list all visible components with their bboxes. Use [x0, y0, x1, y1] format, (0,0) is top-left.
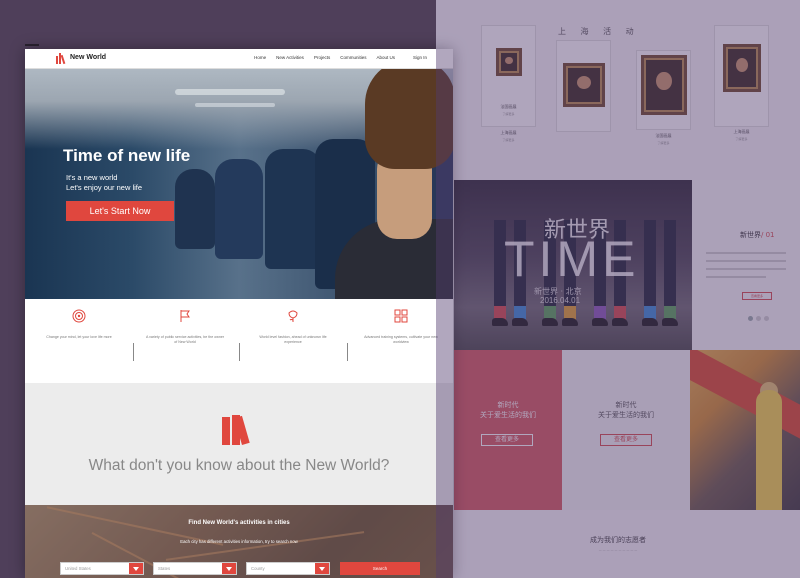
gallery-card[interactable]: 上海画展 了解更多	[714, 25, 769, 141]
feature-item: World level fashion, ahead of unknown li…	[253, 309, 333, 345]
red-card: 新时代 关于爱生活的我们 查看更多	[454, 350, 562, 510]
hero-line-1: It's a new world	[66, 173, 118, 182]
feature-text: Advanced training systems, cultivate you…	[364, 335, 438, 344]
county-select[interactable]: County	[246, 562, 330, 575]
books-icon	[222, 413, 256, 445]
grey-card-line1: 新时代	[615, 401, 637, 409]
feature-item: Advanced training systems, cultivate you…	[361, 309, 441, 345]
grey-card-button[interactable]: 查看更多	[600, 434, 652, 446]
nav-link-communities[interactable]: Communities	[340, 55, 366, 60]
carousel-dots[interactable]	[748, 308, 772, 326]
red-card-line1: 新时代	[497, 401, 519, 409]
flag-icon	[180, 310, 190, 322]
gallery-more-link[interactable]: 了解更多	[482, 112, 535, 116]
feature-item: A variety of public service activities, …	[145, 309, 225, 345]
side-panel: 新世界/ 01 查看更多	[692, 180, 800, 350]
hero-title: Time of new life	[63, 146, 191, 165]
gallery-caption: 法国画展	[500, 104, 517, 109]
feature-item: Change your mind, let your love life mor…	[39, 309, 119, 340]
red-card-line2: 关于爱生活的我们	[480, 411, 536, 419]
volunteer-title: 成为我们的志愿者	[590, 536, 646, 544]
red-card-button[interactable]: 查看更多	[481, 434, 533, 446]
gallery-section-title: 上 海 活 动	[558, 27, 640, 36]
target-icon	[72, 309, 86, 323]
chevron-down-icon[interactable]	[315, 563, 329, 574]
banner-photo: 新世界 TIME 新世界 · 北京 2016.04.01	[454, 180, 692, 350]
grid-icon	[394, 309, 408, 323]
start-now-button[interactable]: Let's Start Now	[66, 201, 174, 221]
volunteer-sub-text: — — — — — — — — — —	[598, 548, 638, 552]
banner-big-title: TIME	[504, 231, 640, 287]
nav-link-new-activities[interactable]: New Activities	[276, 55, 304, 60]
search-button[interactable]: Search	[340, 562, 420, 575]
painting-frame	[723, 44, 761, 92]
books-logo-icon[interactable]	[56, 53, 66, 65]
nav-link-about-us[interactable]: About Us	[376, 55, 395, 60]
feature-text: Change your mind, let your love life mor…	[46, 335, 112, 339]
gallery-card[interactable]: 法国画展 了解更多	[481, 25, 536, 127]
nav-link-projects[interactable]: Projects	[314, 55, 330, 60]
gallery-more-link[interactable]: 了解更多	[481, 138, 536, 142]
chevron-down-icon[interactable]	[222, 563, 236, 574]
train-photo	[690, 350, 800, 510]
painting-frame	[563, 63, 605, 107]
cities-section: Find New World's activities in cities Ea…	[25, 505, 453, 578]
gallery-caption: 上海画展	[733, 129, 750, 134]
grey-card: 新时代 关于爱生活的我们 查看更多	[562, 350, 690, 510]
gallery-more-link[interactable]: 了解更多	[637, 141, 690, 145]
gallery-caption: 法国画展	[655, 133, 672, 138]
hero-line-2: Let's enjoy our new life	[66, 183, 143, 192]
hero-banner: Time of new life It's a new world Let's …	[25, 69, 453, 299]
cities-title: Find New World's activities in cities	[188, 520, 290, 526]
gallery-card[interactable]	[556, 40, 611, 132]
country-select-value: United States	[65, 566, 91, 571]
nav-links: Home New Activities Projects Communities…	[254, 55, 427, 60]
gallery-more-link[interactable]: 了解更多	[715, 137, 768, 141]
nav-link-home[interactable]: Home	[254, 55, 266, 60]
state-select[interactable]: States	[153, 562, 237, 575]
features-row: Change your mind, let your love life mor…	[25, 299, 453, 383]
flower-icon	[288, 310, 298, 322]
grey-card-line2: 关于爱生活的我们	[598, 411, 654, 419]
top-nav: New World Home New Activities Projects C…	[25, 49, 453, 69]
county-select-value: County	[251, 566, 265, 571]
state-select-value: States	[158, 566, 171, 571]
chevron-down-icon[interactable]	[129, 563, 143, 574]
side-more-button[interactable]: 查看更多	[742, 292, 772, 300]
corner-mark	[25, 44, 39, 46]
painting-frame	[496, 48, 522, 76]
brand-name[interactable]: New World	[70, 54, 106, 61]
nav-link-sign-in[interactable]: Sign In	[413, 55, 427, 60]
know-title: What don't you know about the New World?	[88, 457, 390, 474]
gallery-card[interactable]: 法国画展 了解更多	[636, 50, 691, 145]
painting-frame	[641, 55, 687, 115]
gallery-caption: 上海画展	[500, 130, 517, 135]
know-section: What don't you know about the New World?	[25, 383, 453, 505]
cities-subtitle: Each city has different activities infor…	[180, 539, 298, 544]
country-select[interactable]: United States	[60, 562, 144, 575]
front-mockup: New World Home New Activities Projects C…	[25, 49, 453, 578]
back-mockup: 上 海 活 动 法国画展 了解更多 法国画展 了解更多 上海画展 了解更多 上海…	[436, 0, 800, 578]
feature-text: A variety of public service activities, …	[145, 335, 225, 344]
banner-date: 2016.04.01	[540, 296, 581, 305]
side-title: 新世界/ 01	[740, 231, 775, 239]
feature-text: World level fashion, ahead of unknown li…	[259, 335, 327, 344]
